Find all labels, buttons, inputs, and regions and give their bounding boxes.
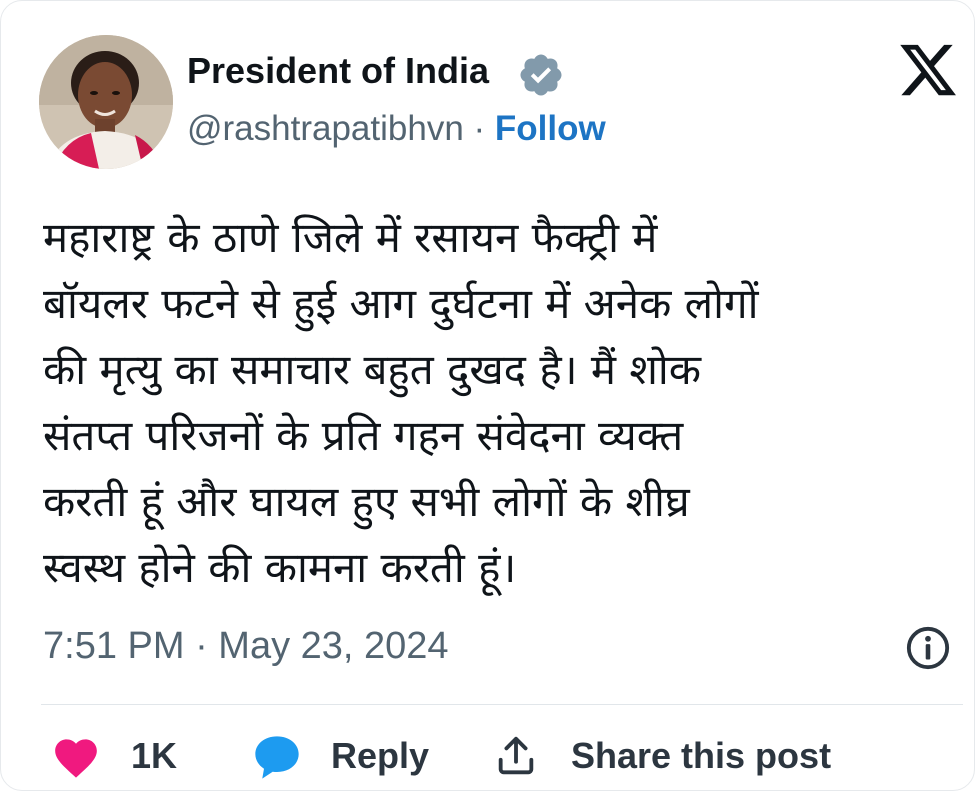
tweet-text: महाराष्ट्र के ठाणे जिले में रसायन फैक्ट्… <box>43 213 759 592</box>
speech-bubble-icon[interactable] <box>251 731 303 783</box>
handle-separator: · <box>473 109 486 148</box>
follow-button[interactable]: Follow <box>495 109 606 148</box>
author-handle[interactable]: @rashtrapatibhvn <box>187 109 464 148</box>
avatar[interactable] <box>39 35 173 169</box>
avatar-portrait <box>39 35 173 169</box>
like-count[interactable]: 1K <box>131 731 177 781</box>
reply-button[interactable]: Reply <box>331 731 429 781</box>
share-icon[interactable] <box>493 733 539 779</box>
author-display-name[interactable]: President of India <box>187 47 489 95</box>
divider <box>41 704 963 705</box>
verified-badge-icon <box>520 54 562 96</box>
action-bar: 1K Reply Share this post <box>1 727 977 787</box>
tweet-timestamp[interactable]: 7:51 PM · May 23, 2024 <box>43 623 449 669</box>
info-icon[interactable] <box>905 625 951 671</box>
share-button[interactable]: Share this post <box>571 731 831 781</box>
x-logo-icon[interactable] <box>897 39 959 101</box>
heart-icon[interactable] <box>51 733 101 779</box>
tweet-card: President of India @rashtrapatibhvn · Fo… <box>0 0 975 791</box>
author-handle-row: @rashtrapatibhvn · Follow <box>187 107 606 151</box>
